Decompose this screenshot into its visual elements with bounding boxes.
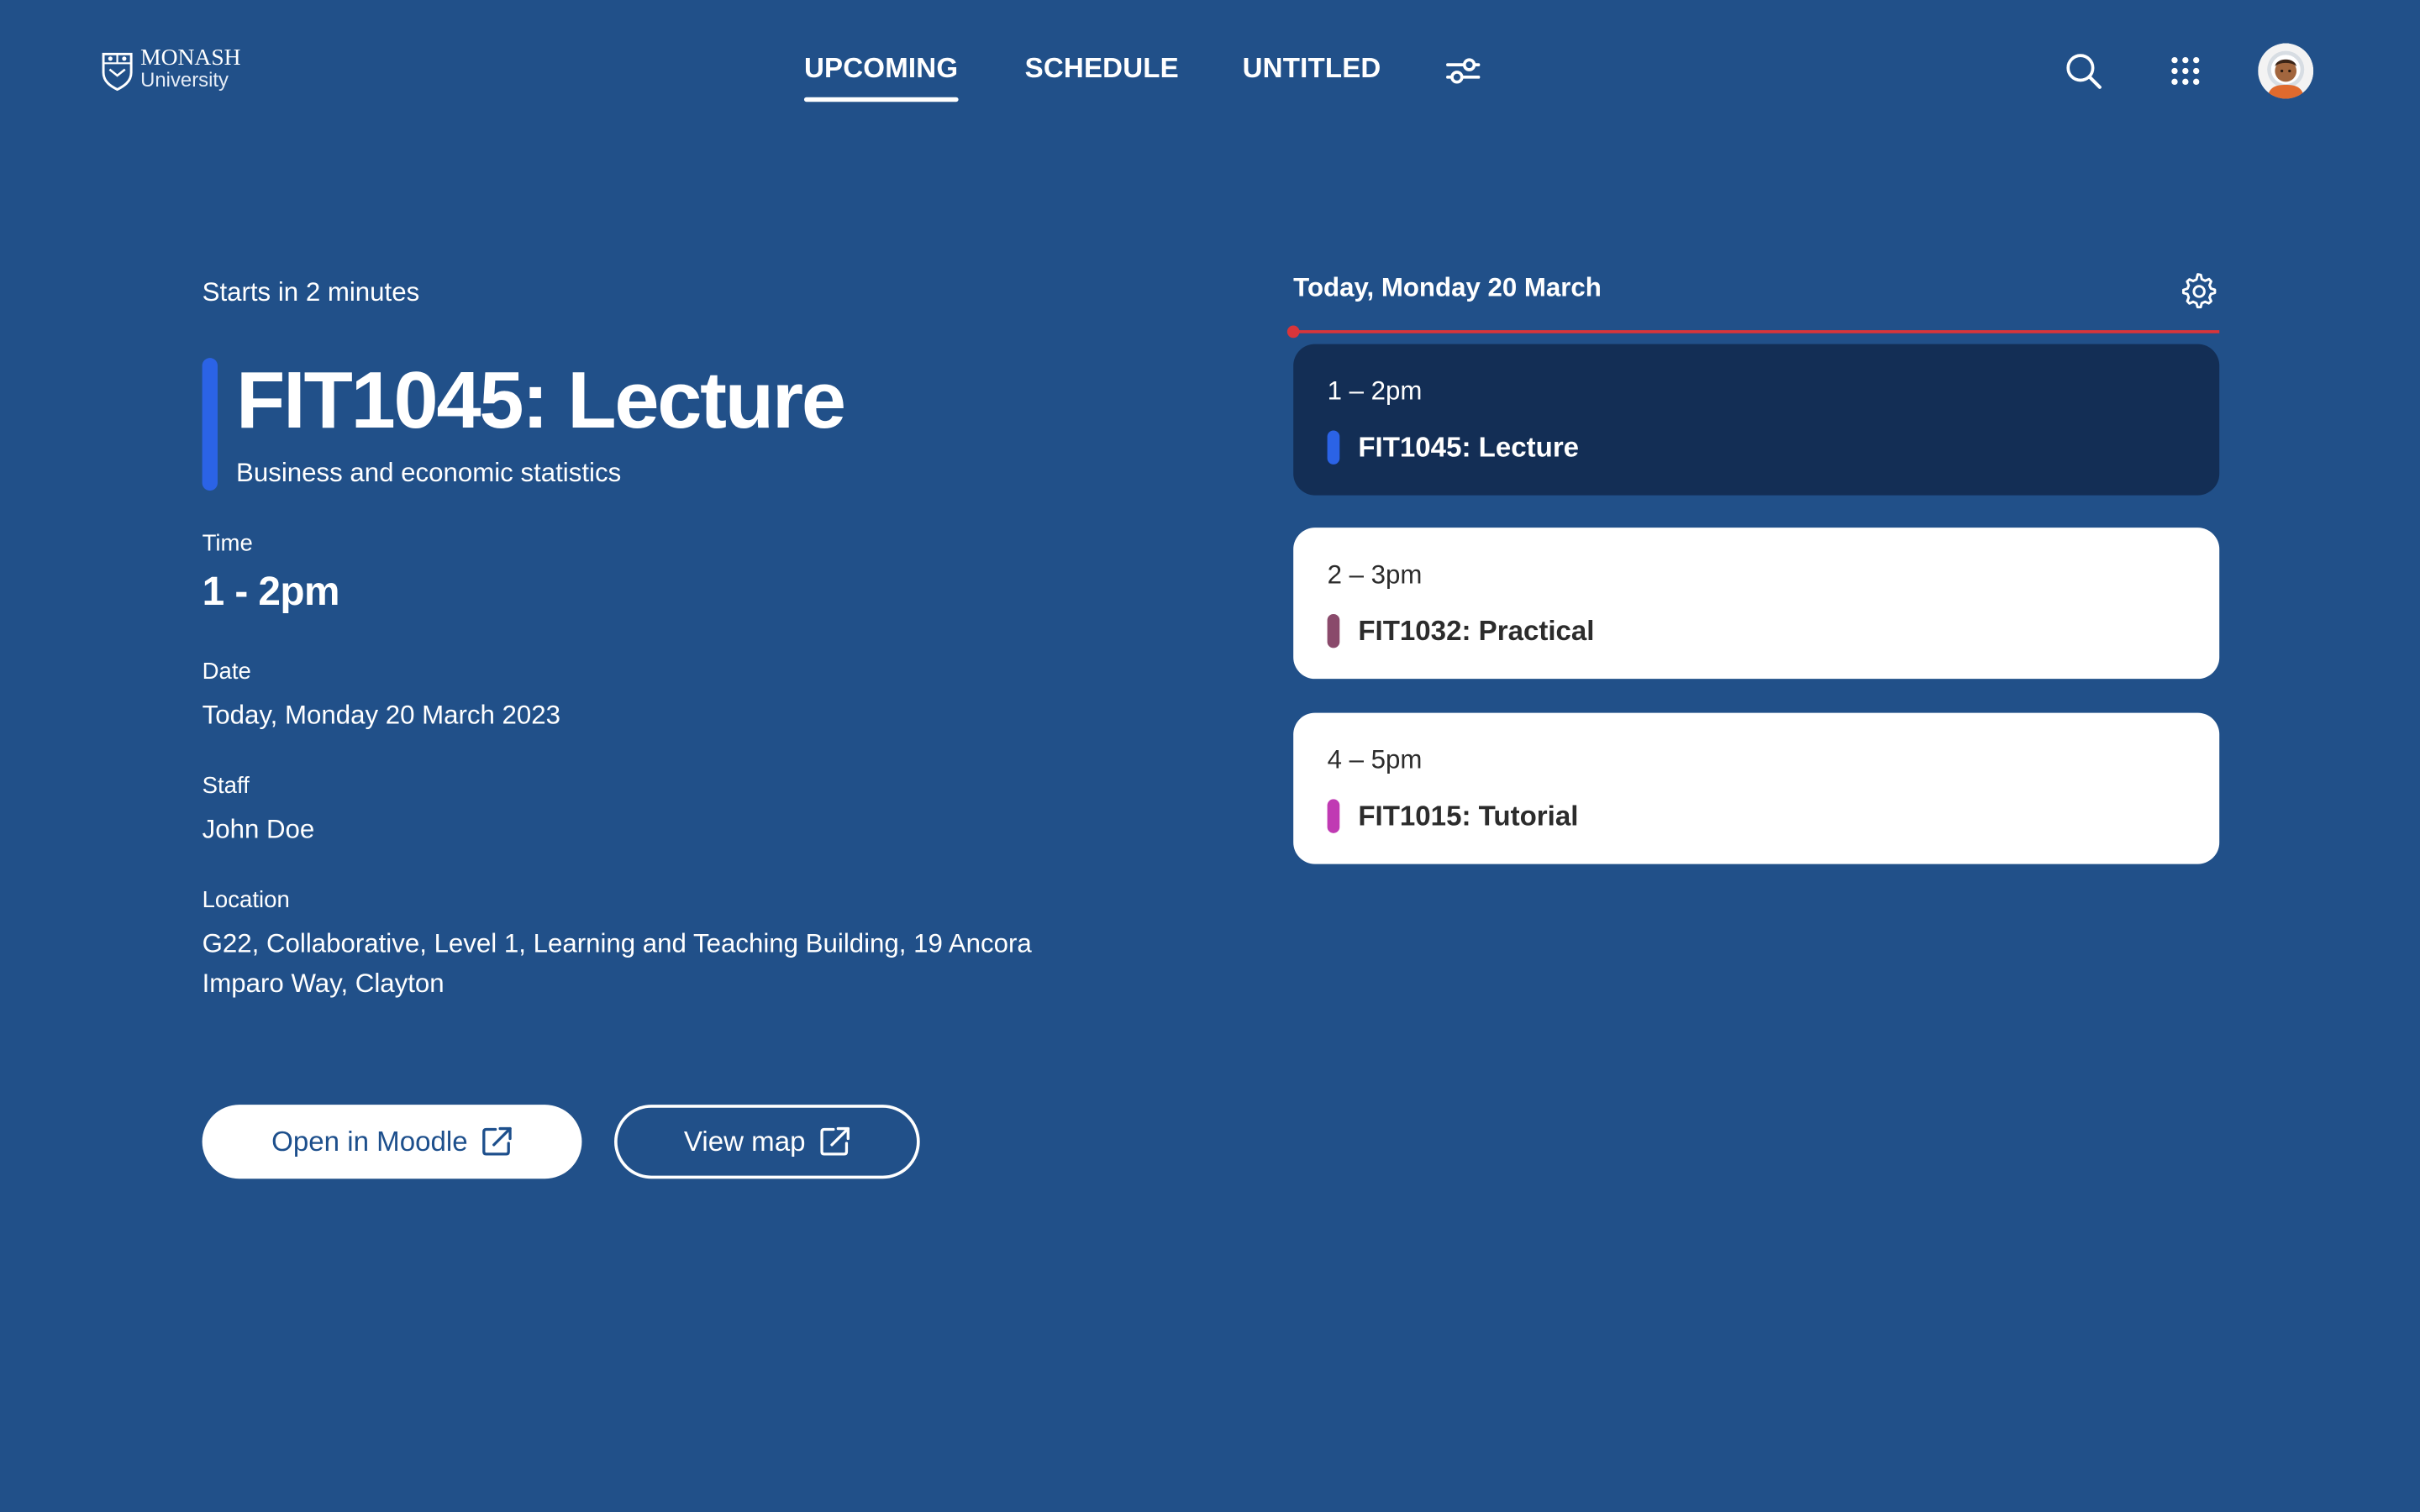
staff-label: Staff: [202, 773, 250, 800]
schedule-day-heading: Today, Monday 20 March: [1293, 273, 1602, 302]
event-color-bar: [1327, 614, 1340, 648]
user-avatar[interactable]: [2258, 43, 2314, 99]
open-in-moodle-button[interactable]: Open in Moodle: [202, 1105, 582, 1179]
avatar-icon: [2258, 43, 2314, 99]
settings-button[interactable]: [2179, 271, 2217, 309]
external-link-icon: [820, 1126, 850, 1156]
search-button[interactable]: [2064, 51, 2104, 92]
event-time: 4 – 5pm: [1327, 745, 1423, 775]
event-name: FIT1015: Tutorial: [1358, 801, 1579, 832]
tab-upcoming[interactable]: UPCOMING: [803, 52, 959, 102]
sliders-icon: [1446, 58, 1481, 84]
open-in-moodle-label: Open in Moodle: [271, 1125, 468, 1157]
date-label: Date: [202, 659, 251, 685]
current-time-line: [1293, 330, 2220, 333]
filter-button[interactable]: [1444, 54, 1481, 87]
view-map-button[interactable]: View map: [614, 1105, 920, 1179]
gear-icon: [2181, 273, 2217, 309]
starts-in-text: Starts in 2 minutes: [202, 277, 420, 307]
event-color-bar: [1327, 799, 1340, 833]
location-label: Location: [202, 887, 290, 914]
schedule-event[interactable]: 1 – 2pm FIT1045: Lecture: [1293, 344, 2220, 496]
search-icon: [2066, 54, 2102, 89]
class-color-bar: [202, 358, 218, 491]
current-time-dot: [1286, 325, 1300, 339]
time-value: 1 - 2pm: [202, 567, 340, 615]
apps-button[interactable]: [2165, 51, 2206, 92]
event-name: FIT1032: Practical: [1358, 615, 1595, 647]
date-value: Today, Monday 20 March 2023: [202, 700, 561, 730]
schedule-event[interactable]: 4 – 5pm FIT1015: Tutorial: [1293, 712, 2220, 864]
event-time: 1 – 2pm: [1327, 376, 1423, 407]
top-nav: UPCOMING SCHEDULE UNTITLED: [0, 0, 2420, 142]
event-color-bar: [1327, 430, 1340, 465]
apps-grid-icon: [2171, 56, 2200, 86]
class-subtitle: Business and economic statistics: [236, 458, 622, 488]
external-link-icon: [482, 1126, 512, 1156]
tab-untitled[interactable]: UNTITLED: [1243, 52, 1381, 85]
event-name: FIT1045: Lecture: [1358, 432, 1580, 464]
view-map-label: View map: [683, 1125, 806, 1157]
time-label: Time: [202, 530, 253, 558]
event-time: 2 – 3pm: [1327, 559, 1423, 590]
page: MONASH University UPCOMING SCHEDULE UNTI…: [0, 0, 2420, 1512]
tab-schedule[interactable]: SCHEDULE: [1025, 52, 1179, 85]
class-title: FIT1045: Lecture: [236, 356, 846, 446]
staff-value: John Doe: [202, 814, 315, 844]
schedule-event[interactable]: 2 – 3pm FIT1032: Practical: [1293, 528, 2220, 680]
location-value: G22, Collaborative, Level 1, Learning an…: [202, 928, 1032, 999]
